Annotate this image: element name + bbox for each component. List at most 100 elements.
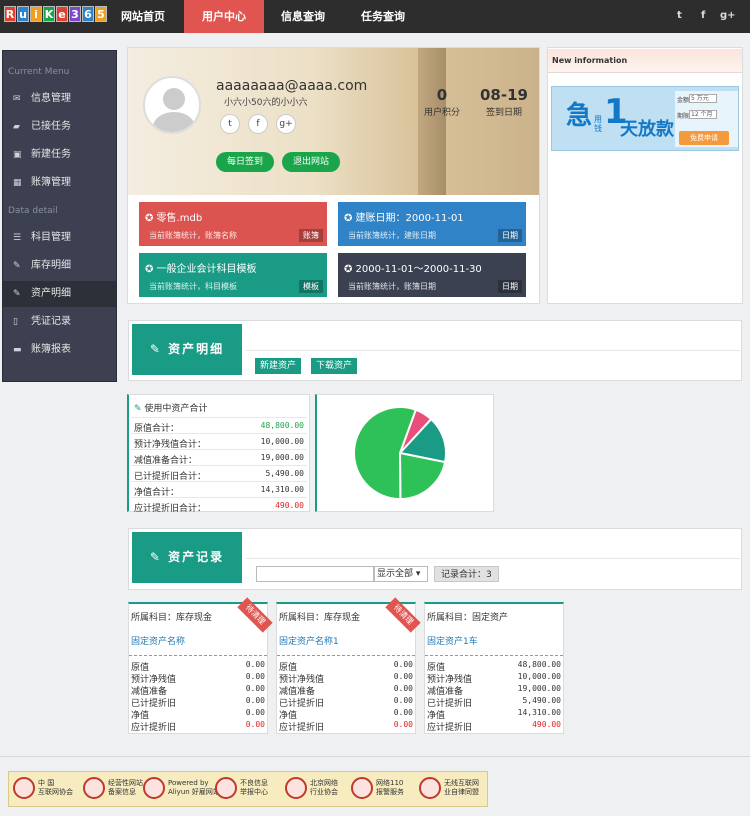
card-subject: 所属科目：固定资产: [427, 613, 509, 623]
sidebar-item[interactable]: ✉ 信息管理: [3, 86, 116, 112]
badge-label: 北京网络 行业协会: [310, 779, 338, 796]
records-filter-select[interactable]: 显示全部 ▾: [374, 566, 428, 582]
ad-amount-select[interactable]: 5 万元: [689, 94, 717, 103]
logo-letter: K: [43, 6, 55, 22]
ledger-info-tile[interactable]: ✪ 2000-11-01～2000-11-30 当前账簿统计，账簿日期 日期: [338, 253, 526, 297]
card-row-value: 0.00: [245, 660, 265, 669]
card-subject: 所属科目：库存现金: [131, 613, 213, 623]
card-row-value: 0.00: [245, 684, 265, 693]
asset-record-card[interactable]: 所属科目：固定资产 固定资产1车 原值 48,800.00 预计净残值 10,000.00…: [424, 602, 564, 734]
card-row-value: 0.00: [393, 708, 413, 717]
ad-headline: 天放款: [620, 119, 674, 140]
tile-title: ✪ 建账日期：2000-11-01: [344, 213, 464, 224]
card-asset-name[interactable]: 固定资产1车: [427, 634, 478, 647]
sidebar-item[interactable]: ▯ 凭证记录: [3, 309, 116, 335]
card-row: 应计提折旧 0.00: [131, 720, 265, 733]
sidebar-item[interactable]: ✎ 库存明细: [3, 253, 116, 279]
footer-trust-badge[interactable]: 不良信息 举报中心: [215, 777, 268, 799]
card-row-value: 0.00: [245, 708, 265, 717]
card-row-value: 19,000.00: [517, 684, 561, 693]
site-logo[interactable]: RuiKe365: [4, 6, 108, 26]
footer-trust-badge[interactable]: Powered by Aliyun 好雇网站: [143, 777, 220, 799]
card-row-value: 48,800.00: [517, 660, 561, 669]
new-asset-button[interactable]: 新建资产: [255, 358, 302, 374]
footer-trust-badge[interactable]: 无线互联网 业自律同盟: [419, 777, 479, 799]
nav-user-center[interactable]: 用户中心: [184, 0, 264, 33]
tile-subtitle: 当前账簿统计，账簿日期: [348, 282, 436, 291]
footer-trust-badge[interactable]: 网络110 报警服务: [351, 777, 404, 799]
summary-value: 10,000.00: [260, 437, 304, 446]
twitter-icon[interactable]: t: [220, 114, 240, 134]
card-row-value: 0.00: [393, 720, 413, 729]
pie-slice[interactable]: [398, 451, 447, 500]
sidebar-item-label: 科目管理: [31, 232, 71, 243]
ad-form: 金额 5 万元 期限 12 个月 免费申请: [675, 91, 738, 147]
card-row-value: 0.00: [245, 672, 265, 681]
profile-banner: aaaaaaaa@aaaa.com 小六小50六的小小六 t f g+ 每日签到…: [128, 48, 539, 195]
folder-open-icon: ▰: [13, 122, 20, 132]
ledger-info-tile[interactable]: ✪ 建账日期：2000-11-01 当前账簿统计，建账日期 日期: [338, 202, 526, 246]
edit-icon: ✎: [13, 289, 21, 299]
sidebar-item[interactable]: ▰ 已接任务: [3, 114, 116, 140]
divider: [246, 350, 740, 351]
loan-ad-banner[interactable]: 急 用钱 1 天放款 金额 5 万元 期限 12 个月 免费申请: [551, 86, 739, 151]
summary-title: ✎ 使用中资产合计: [134, 404, 208, 414]
edit-icon: ✎: [149, 550, 169, 564]
asset-record-card[interactable]: 所属科目：库存现金 固定资产名称 待清理 原值 0.00 预计净残值 0.00 减值准备 0.0…: [128, 597, 273, 734]
nav-info-query[interactable]: 信息查询: [264, 0, 342, 33]
status-ribbon: 待清理: [237, 597, 273, 633]
sidebar-item[interactable]: ▬ 账簿报表: [3, 337, 116, 363]
ledger-info-tile[interactable]: ✪ 零售.mdb 当前账簿统计，账簿名称 账簿: [139, 202, 327, 246]
tile-tag: 账簿: [299, 229, 323, 242]
checkin-button[interactable]: 每日签到: [216, 152, 274, 172]
news-header: New information: [548, 49, 742, 73]
edit-icon: ✎: [13, 261, 21, 271]
card-asset-name[interactable]: 固定资产名称: [131, 634, 185, 647]
sidebar-item[interactable]: ▣ 新建任务: [3, 142, 116, 168]
google-plus-icon[interactable]: g+: [720, 10, 736, 21]
footer-trust-badge[interactable]: 经营性网站 备案信息: [83, 777, 143, 799]
facebook-icon[interactable]: f: [248, 114, 268, 134]
ad-apply-button[interactable]: 免费申请: [679, 131, 729, 145]
sidebar-item[interactable]: ✎ 资产明细: [3, 281, 116, 307]
card-asset-name[interactable]: 固定资产名称1: [279, 634, 339, 647]
footer-badges: 中 国 互联网协会 经营性网站 备案信息 Powered by Aliyun 好雇网…: [8, 771, 488, 807]
asset-record-card[interactable]: 所属科目：库存现金 固定资产名称1 待清理 原值 0.00 预计净残值 0.00 减值准备 0.…: [276, 597, 421, 734]
sidebar-item-label: 账簿管理: [31, 177, 71, 188]
summary-value: 490.00: [275, 501, 304, 510]
points-value: 0: [436, 86, 448, 104]
footer-trust-badge[interactable]: 北京网络 行业协会: [285, 777, 338, 799]
card-row-value: 14,310.00: [517, 708, 561, 717]
footer-trust-badge[interactable]: 中 国 互联网协会: [13, 777, 73, 799]
user-motto: 小六小50六的小小六: [224, 98, 308, 108]
badge-label: Powered by Aliyun 好雇网站: [168, 779, 220, 796]
nav-home[interactable]: 网站首页: [102, 0, 184, 33]
sidebar-item[interactable]: ☰ 科目管理: [3, 225, 116, 251]
summary-value: 14,310.00: [260, 485, 304, 494]
card-row-label: 应计提折旧: [279, 723, 325, 733]
caret-down-icon: ▾: [415, 569, 421, 579]
nav-task-query[interactable]: 任务查询: [342, 0, 424, 33]
footer-divider: [0, 756, 750, 757]
sidebar-item[interactable]: ▦ 账簿管理: [3, 170, 116, 196]
summary-label: 应计提折旧合计：: [134, 504, 207, 514]
download-asset-button[interactable]: 下载资产: [311, 358, 358, 374]
google-plus-icon[interactable]: g+: [276, 114, 296, 134]
seal-icon: [285, 777, 307, 799]
facebook-icon[interactable]: f: [701, 10, 705, 21]
sidebar-item-label: 库存明细: [31, 260, 71, 271]
ledger-info-tile[interactable]: ✪ 一般企业会计科目模板 当前账簿统计，科目模板 模板: [139, 253, 327, 297]
news-title: New information: [552, 56, 628, 65]
tile-tag: 日期: [498, 280, 522, 293]
card-row-value: 0.00: [393, 672, 413, 681]
records-search-input[interactable]: [256, 566, 374, 582]
twitter-icon[interactable]: t: [677, 10, 682, 21]
ad-char-money: 用钱: [594, 115, 602, 133]
seal-icon: [143, 777, 165, 799]
card-row-label: 应计提折旧: [131, 723, 177, 733]
avatar[interactable]: [143, 76, 201, 134]
logo-letter: 3: [69, 6, 81, 22]
ad-term-select[interactable]: 12 个月: [689, 110, 717, 119]
logout-button[interactable]: 退出网站: [282, 152, 340, 172]
tile-title: ✪ 2000-11-01～2000-11-30: [344, 264, 482, 275]
